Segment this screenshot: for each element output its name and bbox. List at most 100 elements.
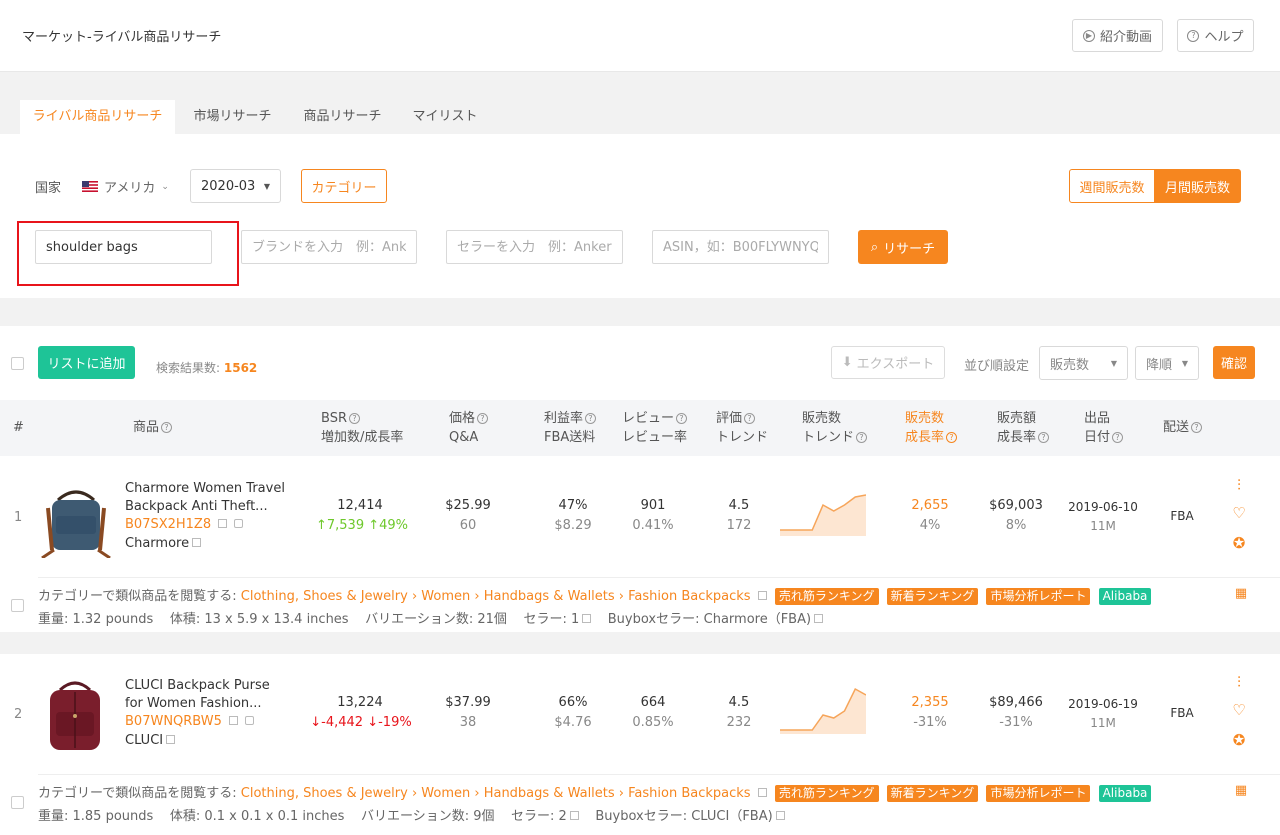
question-icon: ? (1191, 422, 1203, 433)
caret-down-icon: ▼ (1110, 358, 1117, 368)
review-count: 901 (640, 498, 666, 513)
sort-order-select[interactable]: 降順 ▼ (1135, 346, 1199, 380)
sales-value: 2,355 (911, 695, 949, 710)
category-path-link[interactable]: Clothing, Shoes & Jewelry › Women › Hand… (241, 786, 751, 801)
row-divider (38, 774, 1280, 775)
month-select[interactable]: 2020-03 ▼ (190, 169, 281, 203)
external-link-icon[interactable] (192, 538, 202, 547)
calculator-icon[interactable]: ▦ (1233, 586, 1249, 601)
revenue-value: $89,466 (989, 695, 1043, 710)
export-button[interactable]: ⬇ エクスポート (831, 346, 945, 379)
alibaba-tag[interactable]: Alibaba (1098, 785, 1152, 802)
external-link-icon[interactable] (814, 614, 824, 623)
sales-trend-chart[interactable] (780, 686, 866, 734)
help-button[interactable]: ? ヘルプ (1177, 19, 1254, 52)
tab-my-list[interactable]: マイリスト (400, 100, 490, 134)
sort-field-select[interactable]: 販売数 ▼ (1039, 346, 1128, 380)
export-label: エクスポート (856, 357, 935, 372)
page-title: マーケット-ライバル商品リサーチ (22, 30, 222, 45)
col-revenue-sub: 成長率 (997, 430, 1037, 445)
tab-product-research[interactable]: 商品リサーチ (290, 100, 395, 134)
product-title-line2[interactable]: Backpack Anti Theft... (125, 498, 268, 516)
seller-count: セラー: 2 (511, 809, 567, 824)
product-title-line2[interactable]: for Women Fashion... (125, 695, 262, 713)
col-review-label: レビュー (622, 411, 675, 426)
bar-chart-icon[interactable]: ⫶ (1231, 673, 1247, 691)
product-meta-line: 重量: 1.85 pounds 体積: 0.1 x 0.1 x 0.1 inch… (38, 805, 785, 824)
review-rate: 0.85% (632, 715, 674, 730)
external-link-icon[interactable] (166, 735, 176, 744)
confirm-button[interactable]: 確認 (1213, 346, 1255, 379)
seller-count: セラー: 1 (523, 612, 580, 627)
product-title-line1[interactable]: CLUCI Backpack Purse (125, 677, 270, 695)
row-gap (0, 632, 1280, 654)
select-all-checkbox[interactable] (11, 357, 24, 370)
result-count-value: 1562 (223, 361, 258, 375)
country-select[interactable]: アメリカ ⌄ (82, 177, 169, 196)
category-button[interactable]: カテゴリー (301, 169, 387, 203)
market-report-tag[interactable]: 市場分析レポート (986, 785, 1091, 802)
bestseller-ranking-tag[interactable]: 売れ筋ランキング (774, 785, 879, 802)
tab-market-research[interactable]: 市場リサーチ (180, 100, 285, 134)
question-icon: ? (477, 413, 489, 424)
external-link-icon[interactable] (569, 811, 579, 820)
bar-chart-icon[interactable]: ⫶ (1231, 476, 1247, 494)
comment-icon[interactable] (245, 716, 255, 725)
external-link-icon[interactable] (757, 788, 767, 797)
add-to-list-button[interactable]: リストに追加 (38, 346, 135, 379)
brand-link[interactable]: Charmore (125, 536, 189, 551)
download-icon: ⬇ (841, 355, 853, 370)
col-rating-label: 評価 (716, 411, 743, 426)
new-ranking-tag[interactable]: 新着ランキング (886, 785, 979, 802)
comment-icon[interactable] (234, 519, 244, 528)
sales-trend-chart[interactable] (780, 492, 866, 536)
asin-link[interactable]: B07WNQRBW5 (125, 714, 222, 729)
asin-input[interactable] (652, 230, 829, 264)
profit-rate: 47% (558, 498, 588, 513)
settings-icon[interactable]: ✪ (1231, 534, 1247, 552)
weight: 重量: 1.85 pounds (38, 809, 154, 824)
calculator-icon[interactable]: ▦ (1233, 783, 1249, 798)
product-title-line1[interactable]: Charmore Women Travel (125, 480, 285, 498)
new-ranking-tag[interactable]: 新着ランキング (886, 588, 979, 605)
dimensions: 体積: 0.1 x 0.1 x 0.1 inches (169, 809, 345, 824)
monthly-sales-toggle[interactable]: 月間販売数 (1154, 169, 1241, 203)
col-index: # (13, 420, 24, 435)
category-path-link[interactable]: Clothing, Shoes & Jewelry › Women › Hand… (241, 589, 751, 604)
search-icon: ⌕ (870, 239, 879, 255)
seller-input[interactable] (446, 230, 623, 264)
keyword-input[interactable] (35, 230, 212, 264)
heart-icon[interactable]: ♡ (1231, 504, 1247, 522)
settings-icon[interactable]: ✪ (1231, 731, 1247, 749)
alibaba-tag[interactable]: Alibaba (1098, 588, 1152, 605)
row-index: 1 (14, 510, 23, 525)
asin-link[interactable]: B07SX2H1Z8 (125, 517, 211, 532)
external-link-icon[interactable] (757, 591, 767, 600)
external-link-icon[interactable] (582, 614, 592, 623)
table-row: 1 Charmore Women Travel Backpack Anti Th… (0, 456, 1280, 632)
intro-video-button[interactable]: ▶ 紹介動画 (1072, 19, 1163, 52)
search-button[interactable]: ⌕ リサーチ (858, 230, 948, 264)
shipping-type: FBA (1170, 706, 1194, 720)
external-link-icon[interactable] (775, 811, 785, 820)
bestseller-ranking-tag[interactable]: 売れ筋ランキング (774, 588, 879, 605)
col-review-sub: レビュー率 (622, 430, 688, 445)
us-flag-icon (82, 181, 98, 192)
sales-value: 2,655 (911, 498, 949, 513)
weekly-sales-toggle[interactable]: 週間販売数 (1069, 169, 1155, 203)
revenue-growth: -31% (999, 715, 1033, 730)
brand-link[interactable]: CLUCI (125, 733, 163, 748)
external-link-icon[interactable] (218, 519, 228, 528)
tab-rival-research[interactable]: ライバル商品リサーチ (20, 100, 175, 134)
col-sales-growth: 販売数 成長率? (905, 409, 958, 447)
bsr-change: ↑7,539 ↑49% (315, 518, 409, 533)
col-product-label: 商品 (133, 420, 160, 435)
row-checkbox[interactable] (11, 796, 24, 809)
external-link-icon[interactable] (229, 716, 239, 725)
result-count-label: 検索結果数: (156, 361, 221, 375)
market-report-tag[interactable]: 市場分析レポート (986, 588, 1091, 605)
heart-icon[interactable]: ♡ (1231, 701, 1247, 719)
row-checkbox[interactable] (11, 599, 24, 612)
product-image (50, 681, 100, 750)
brand-input[interactable] (241, 230, 417, 264)
